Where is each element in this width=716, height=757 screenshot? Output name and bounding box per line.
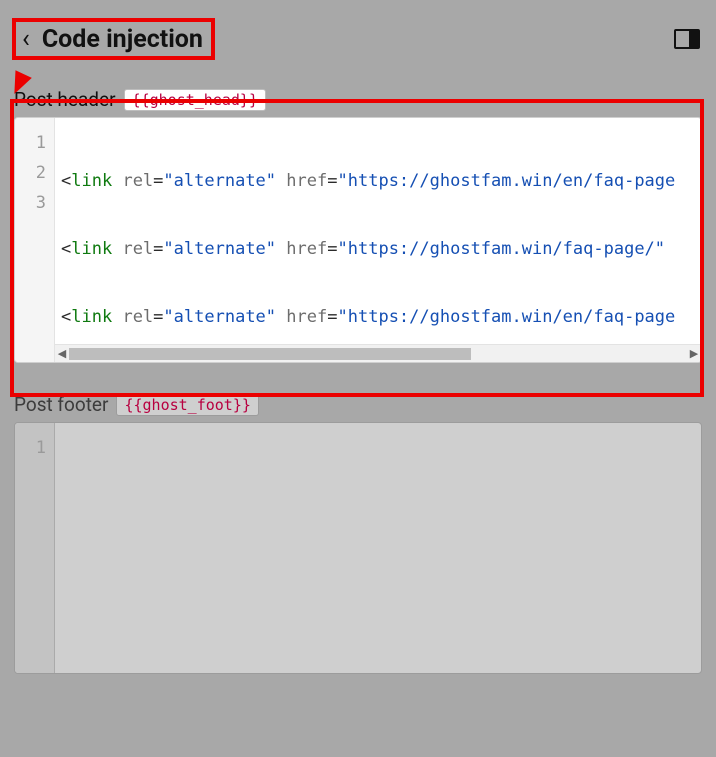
back-chevron-icon[interactable]: ‹ <box>18 24 34 54</box>
post-footer-label: Post footer <box>14 393 108 416</box>
sidebar-toggle-icon[interactable] <box>674 29 700 49</box>
ghost-head-tag: {{ghost_head}} <box>124 89 266 111</box>
scroll-left-icon[interactable]: ◀ <box>55 347 69 360</box>
code-line: <link rel="alternate" href="https://ghos… <box>55 302 701 332</box>
scroll-right-icon[interactable]: ▶ <box>687 347 701 360</box>
topbar: ‹ Code injection <box>0 0 716 78</box>
header-code-view[interactable]: <link rel="alternate" href="https://ghos… <box>55 118 701 344</box>
post-header-section: Post header {{ghost_head}} 1 2 3 <link r… <box>14 88 702 363</box>
page-title: Code injection <box>42 25 203 54</box>
footer-code-view[interactable] <box>55 423 701 655</box>
post-footer-label-row: Post footer {{ghost_foot}} <box>14 393 702 416</box>
line-number: 1 <box>15 433 54 463</box>
line-number: 2 <box>15 158 54 188</box>
post-header-label: Post header <box>14 88 116 111</box>
scroll-track[interactable] <box>69 348 687 360</box>
post-footer-editor[interactable]: 1 <box>14 422 702 674</box>
scroll-thumb[interactable] <box>69 348 471 360</box>
post-footer-section: Post footer {{ghost_foot}} 1 <box>14 393 702 674</box>
code-line: <link rel="alternate" href="https://ghos… <box>55 166 701 196</box>
annotation-highlight-title: ‹ Code injection <box>12 18 215 60</box>
line-number: 3 <box>15 188 54 218</box>
ghost-foot-tag: {{ghost_foot}} <box>116 394 258 416</box>
header-gutter: 1 2 3 <box>15 118 55 362</box>
post-header-label-row: Post header {{ghost_head}} <box>14 88 702 111</box>
footer-gutter: 1 <box>15 423 55 673</box>
post-header-editor[interactable]: 1 2 3 <link rel="alternate" href="https:… <box>14 117 702 363</box>
line-number: 1 <box>15 128 54 158</box>
header-horizontal-scrollbar[interactable]: ◀ ▶ <box>55 344 701 362</box>
code-line: <link rel="alternate" href="https://ghos… <box>55 234 701 264</box>
